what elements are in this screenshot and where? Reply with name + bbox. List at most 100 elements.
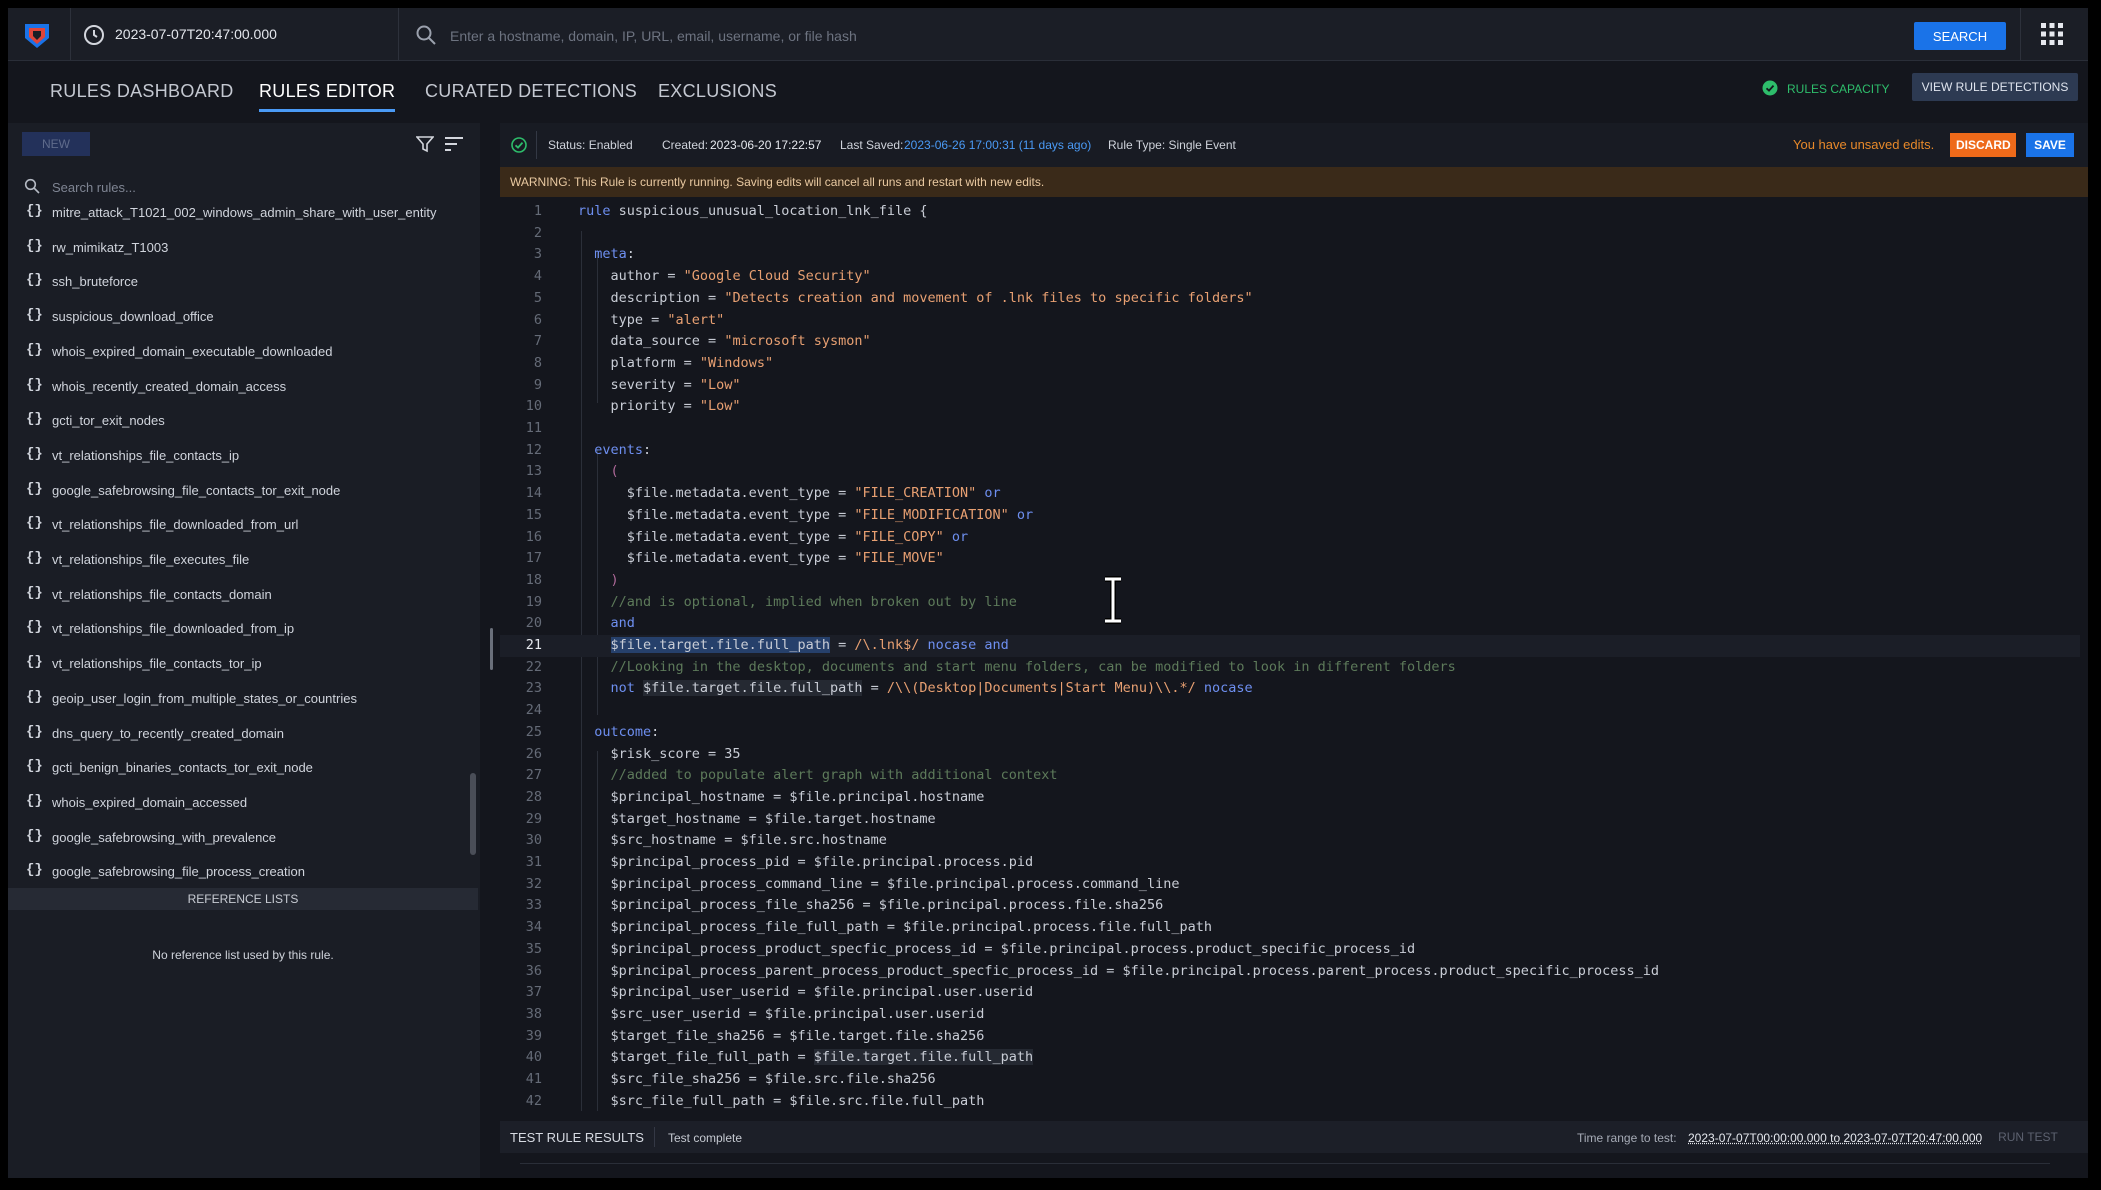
- test-rule-results-tab[interactable]: TEST RULE RESULTS: [510, 1130, 644, 1145]
- time-picker[interactable]: 2023-07-07T20:47:00.000: [115, 26, 277, 42]
- code-line[interactable]: 1 rule suspicious_unusual_location_lnk_fi…: [500, 201, 2080, 223]
- reference-lists-header[interactable]: REFERENCE LISTS: [8, 888, 478, 910]
- line-number: 27: [525, 767, 542, 784]
- code-line[interactable]: 38 $src_user_userid = $file.principal.us…: [500, 1004, 2080, 1026]
- code-text: platform = "Windows": [578, 355, 774, 371]
- code-token: $file.metadata.event_type =: [578, 506, 855, 523]
- new-rule-button[interactable]: NEW: [22, 132, 90, 156]
- code-line[interactable]: 19 //and is optional, implied when broke…: [500, 592, 2080, 614]
- rule-list-item[interactable]: {} vt_relationships_file_contacts_domain: [8, 579, 468, 613]
- code-line[interactable]: 5 description = "Detects creation and mo…: [500, 288, 2080, 310]
- tab-exclusions[interactable]: EXCLUSIONS: [658, 81, 777, 102]
- code-line[interactable]: 11: [500, 418, 2080, 440]
- tab-curated-detections[interactable]: CURATED DETECTIONS: [425, 81, 637, 102]
- code-line[interactable]: 16 $file.metadata.event_type = "FILE_COP…: [500, 527, 2080, 549]
- code-line[interactable]: 39 $target_file_sha256 = $file.target.fi…: [500, 1026, 2080, 1048]
- code-line[interactable]: 21 $file.target.file.full_path = /\.lnk$…: [500, 635, 2080, 657]
- search-button[interactable]: SEARCH: [1914, 22, 2006, 50]
- code-text: $risk_score = 35: [578, 746, 741, 762]
- code-line[interactable]: 34 $principal_process_file_full_path = $…: [500, 917, 2080, 939]
- code-token: $target_file_full_path =: [578, 1049, 814, 1066]
- rule-braces-icon: {}: [26, 723, 43, 740]
- code-line[interactable]: 26 $risk_score = 35: [500, 744, 2080, 766]
- code-line[interactable]: 14 $file.metadata.event_type = "FILE_CRE…: [500, 483, 2080, 505]
- code-line[interactable]: 40 $target_file_full_path = $file.target…: [500, 1047, 2080, 1069]
- code-line[interactable]: 35 $principal_process_product_specfic_pr…: [500, 939, 2080, 961]
- app-logo-icon[interactable]: [22, 20, 52, 50]
- code-line[interactable]: 31 $principal_process_pid = $file.princi…: [500, 852, 2080, 874]
- code-line[interactable]: 42 $src_file_full_path = $file.src.file.…: [500, 1091, 2080, 1113]
- code-line[interactable]: 3 meta:: [500, 244, 2080, 266]
- code-line[interactable]: 37 $principal_user_userid = $file.princi…: [500, 982, 2080, 1004]
- rule-list-item[interactable]: {} whois_recently_created_domain_access: [8, 371, 468, 405]
- code-line[interactable]: 27 //added to populate alert graph with …: [500, 765, 2080, 787]
- code-line[interactable]: 23 not $file.target.file.full_path = /\\…: [500, 678, 2080, 700]
- sort-icon[interactable]: [444, 135, 464, 153]
- code-line[interactable]: 29 $target_hostname = $file.target.hostn…: [500, 809, 2080, 831]
- splitter-handle[interactable]: [490, 628, 493, 670]
- code-line[interactable]: 32 $principal_process_command_line = $fi…: [500, 874, 2080, 896]
- rules-list-scrollbar[interactable]: [470, 773, 476, 855]
- time-range-value[interactable]: 2023-07-07T00:00:00.000 to 2023-07-07T20…: [1688, 1131, 1982, 1145]
- rule-braces-icon: {}: [26, 237, 43, 254]
- rule-list-item[interactable]: {} vt_relationships_file_downloaded_from_…: [8, 509, 468, 543]
- filter-icon[interactable]: [416, 135, 434, 153]
- discard-button[interactable]: DISCARD: [1950, 133, 2016, 157]
- code-line[interactable]: 9 severity = "Low": [500, 375, 2080, 397]
- code-line[interactable]: 36 $principal_process_parent_process_pro…: [500, 961, 2080, 983]
- code-token: /\.lnk$/: [854, 637, 920, 653]
- code-line[interactable]: 8 platform = "Windows": [500, 353, 2080, 375]
- code-line[interactable]: 30 $src_hostname = $file.src.hostname: [500, 830, 2080, 852]
- code-line[interactable]: 12 events:: [500, 440, 2080, 462]
- rule-list-item[interactable]: {} suspicious_download_office: [8, 301, 468, 335]
- view-rule-detections-button[interactable]: VIEW RULE DETECTIONS: [1912, 73, 2078, 101]
- main-nav: RULES DASHBOARD RULES EDITOR CURATED DET…: [8, 61, 2088, 123]
- code-line[interactable]: 10 priority = "Low": [500, 396, 2080, 418]
- clock-icon[interactable]: [83, 24, 105, 46]
- apps-grid-icon[interactable]: [2040, 22, 2064, 46]
- code-line[interactable]: 24: [500, 700, 2080, 722]
- rule-list-item[interactable]: {} dns_query_to_recently_created_domain: [8, 718, 468, 752]
- rule-list-item[interactable]: {} gcti_tor_exit_nodes: [8, 405, 468, 439]
- global-search-input[interactable]: [448, 20, 1882, 52]
- rule-list-item[interactable]: {} google_safebrowsing_with_prevalence: [8, 822, 468, 856]
- code-line[interactable]: 25 outcome:: [500, 722, 2080, 744]
- rule-list-item[interactable]: {} vt_relationships_file_contacts_tor_ip: [8, 648, 468, 682]
- rule-list-item[interactable]: {} whois_expired_domain_accessed: [8, 787, 468, 821]
- rule-list-item[interactable]: {} google_safebrowsing_file_contacts_tor_…: [8, 475, 468, 509]
- save-button[interactable]: SAVE: [2026, 133, 2074, 157]
- rule-list-item[interactable]: {} vt_relationships_file_downloaded_from_…: [8, 613, 468, 647]
- rule-list-item[interactable]: {} vt_relationships_file_executes_file: [8, 544, 468, 578]
- rule-list-item[interactable]: {} mitre_attack_T1021_002_windows_admin_s…: [8, 197, 468, 231]
- code-line[interactable]: 13 (: [500, 461, 2080, 483]
- rule-list-item[interactable]: {} google_safebrowsing_file_process_creat…: [8, 856, 468, 883]
- rule-list-item[interactable]: {} geoip_user_login_from_multiple_states_…: [8, 683, 468, 717]
- run-test-button[interactable]: RUN TEST: [1988, 1125, 2068, 1149]
- code-line[interactable]: 20 and: [500, 613, 2080, 635]
- rule-list-item[interactable]: {} vt_relationships_file_contacts_ip: [8, 440, 468, 474]
- line-number: 5: [533, 289, 542, 306]
- rule-list-item[interactable]: {} rw_mimikatz_T1003: [8, 232, 468, 266]
- rule-list-item[interactable]: {} ssh_bruteforce: [8, 266, 468, 300]
- code-line[interactable]: 41 $src_file_sha256 = $file.src.file.sha…: [500, 1069, 2080, 1091]
- rule-list-item[interactable]: {} whois_expired_domain_executable_downlo…: [8, 336, 468, 370]
- code-line[interactable]: 6 type = "alert": [500, 310, 2080, 332]
- tab-rules-dashboard[interactable]: RULES DASHBOARD: [50, 81, 234, 102]
- code-line[interactable]: 15 $file.metadata.event_type = "FILE_MOD…: [500, 505, 2080, 527]
- code-line[interactable]: 17 $file.metadata.event_type = "FILE_MOV…: [500, 548, 2080, 570]
- code-editor[interactable]: 1 rule suspicious_unusual_location_lnk_fi…: [500, 201, 2080, 1113]
- rules-capacity-link[interactable]: RULES CAPACITY: [1787, 82, 1889, 96]
- code-line[interactable]: 33 $principal_process_file_sha256 = $fil…: [500, 895, 2080, 917]
- rule-list-item[interactable]: {} gcti_benign_binaries_contacts_tor_exit…: [8, 752, 468, 786]
- code-line[interactable]: 2: [500, 223, 2080, 245]
- code-line[interactable]: 7 data_source = "microsoft sysmon": [500, 331, 2080, 353]
- code-text: $target_file_full_path = $file.target.fi…: [578, 1049, 1034, 1066]
- code-text: $principal_process_pid = $file.principal…: [578, 854, 1034, 870]
- code-line[interactable]: 22 //Looking in the desktop, documents a…: [500, 657, 2080, 679]
- code-line[interactable]: 28 $principal_hostname = $file.principal…: [500, 787, 2080, 809]
- tab-rules-editor[interactable]: RULES EDITOR: [259, 81, 396, 112]
- code-token: $principal_process_file_full_path = $fil…: [578, 919, 1212, 936]
- code-line[interactable]: 18 ): [500, 570, 2080, 592]
- code-line[interactable]: 4 author = "Google Cloud Security": [500, 266, 2080, 288]
- rule-type: Rule Type: Single Event: [1108, 138, 1236, 152]
